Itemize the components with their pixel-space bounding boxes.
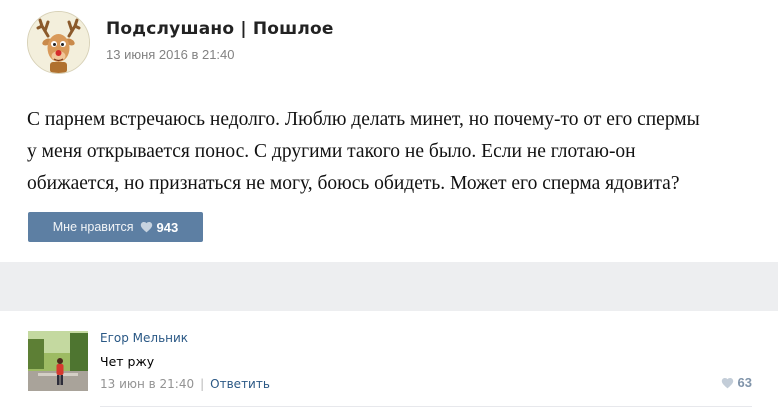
comment-meta: 13 июн в 21:40 | Ответить <box>100 377 270 391</box>
like-button[interactable]: Мне нравится 943 <box>28 212 203 242</box>
commenter-photo-icon <box>28 331 88 391</box>
reindeer-logo-icon <box>28 12 89 73</box>
comment-text: Чет ржу <box>100 354 155 369</box>
comment-author[interactable]: Егор Мельник <box>100 331 188 345</box>
comment-like-count: 63 <box>737 375 752 390</box>
heart-icon <box>140 221 153 233</box>
meta-separator: | <box>200 377 205 391</box>
comment-date[interactable]: 13 июн в 21:40 <box>100 377 194 391</box>
post-text-line: обижается, но признаться не могу, боюсь … <box>27 173 680 194</box>
post-date[interactable]: 13 июня 2016 в 21:40 <box>106 47 235 62</box>
post-card: Подслушано | Пошлое 13 июня 2016 в 21:40… <box>0 0 778 262</box>
post-text-line: С парнем встречаюсь недолго. Люблю делат… <box>27 109 700 130</box>
comment-like-button[interactable]: 63 <box>721 375 752 390</box>
like-count: 943 <box>156 219 179 235</box>
commenter-avatar[interactable] <box>28 331 88 391</box>
post-text-line: у меня открывается понос. С другими тако… <box>27 141 636 162</box>
like-label: Мне нравится <box>52 220 134 234</box>
post-text: С парнем встречаюсь недолго. Люблю делат… <box>27 104 767 200</box>
heart-icon <box>721 377 734 389</box>
comment-item: Егор Мельник Чет ржу 13 июн в 21:40 | От… <box>0 311 778 407</box>
group-name[interactable]: Подслушано | Пошлое <box>106 19 334 39</box>
reply-link[interactable]: Ответить <box>210 377 270 391</box>
group-avatar[interactable] <box>27 11 90 74</box>
